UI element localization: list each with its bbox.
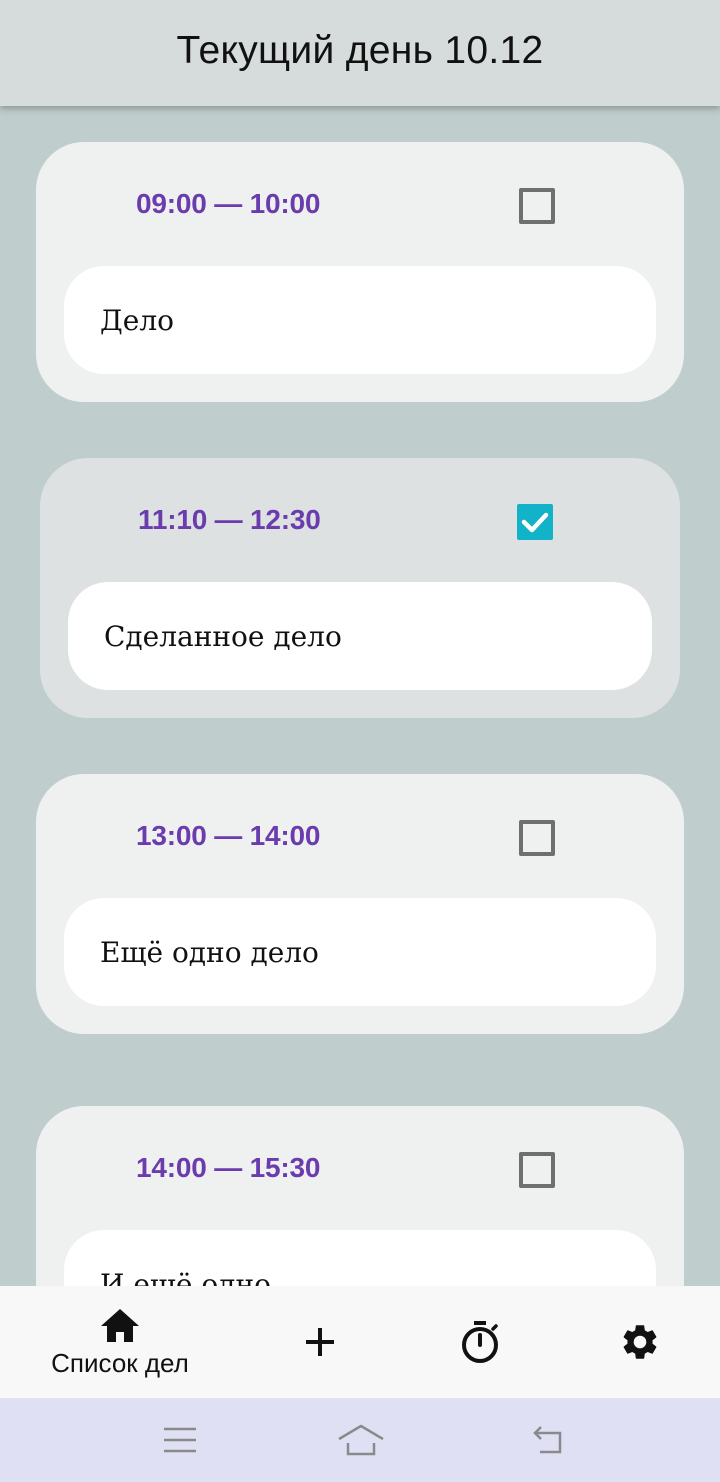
nav-label: Список дел (51, 1347, 189, 1378)
plus-icon (306, 1328, 334, 1356)
home-outline-icon (338, 1424, 384, 1456)
task-time: 11:10 — 12:30 (138, 504, 321, 535)
task-text-field[interactable]: Сделанное дело (68, 582, 652, 690)
page-title: Текущий день 10.12 (176, 29, 544, 72)
nav-task-list[interactable]: Список дел (40, 1286, 200, 1398)
task-done-checkbox[interactable] (519, 820, 555, 856)
task-text-field[interactable]: Ещё одно дело (64, 898, 656, 1006)
nav-settings[interactable] (560, 1286, 720, 1398)
timer-icon (462, 1321, 498, 1363)
task-list[interactable]: 09:00 — 10:00 Дело 11:10 — 12:30 Сделанн… (0, 106, 720, 1286)
task-card[interactable]: 11:10 — 12:30 Сделанное дело (40, 458, 680, 718)
bottom-navigation: Список дел (0, 1286, 720, 1398)
task-time: 13:00 — 14:00 (136, 820, 321, 851)
task-done-checkbox[interactable] (517, 504, 553, 540)
nav-timer[interactable] (400, 1286, 560, 1398)
system-home-button[interactable] (334, 1418, 388, 1462)
task-text-field[interactable]: Дело (64, 266, 656, 374)
home-icon (101, 1308, 139, 1342)
system-back-button[interactable] (522, 1418, 572, 1462)
task-done-checkbox[interactable] (519, 1152, 555, 1188)
checkmark-icon (521, 512, 549, 533)
task-time: 14:00 — 15:30 (136, 1152, 321, 1183)
system-navigation-bar (0, 1398, 720, 1482)
task-card[interactable]: 14:00 — 15:30 И ещё одно (36, 1106, 684, 1286)
task-time: 09:00 — 10:00 (136, 188, 321, 219)
task-done-checkbox[interactable] (519, 188, 555, 224)
task-text-field[interactable]: И ещё одно (64, 1230, 656, 1286)
task-card[interactable]: 09:00 — 10:00 Дело (36, 142, 684, 402)
task-card[interactable]: 13:00 — 14:00 Ещё одно дело (36, 774, 684, 1034)
system-menu-button[interactable] (155, 1418, 205, 1462)
gear-icon (623, 1325, 657, 1359)
menu-icon (164, 1427, 196, 1453)
top-app-bar: Текущий день 10.12 (0, 0, 720, 106)
back-icon (533, 1426, 562, 1454)
nav-add[interactable] (240, 1286, 400, 1398)
